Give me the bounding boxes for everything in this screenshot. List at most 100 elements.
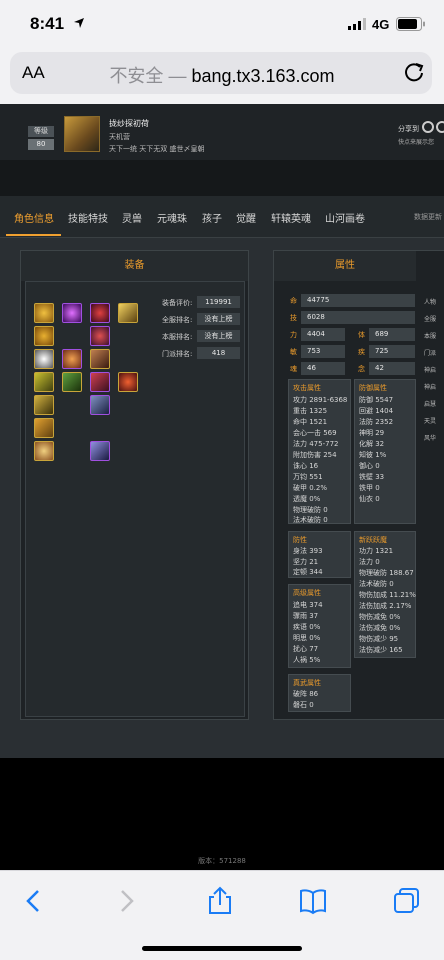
hp-value: 44775 xyxy=(301,294,415,307)
soul-value: 46 xyxy=(301,362,345,375)
newrun-line: 法伤加成 2.17% xyxy=(359,602,412,610)
equipment-title: 装备 xyxy=(21,251,248,281)
bookmarks-icon[interactable] xyxy=(297,885,329,917)
speed-title: 防性 xyxy=(293,536,307,544)
newrun-line: 法伤减免 0% xyxy=(359,624,401,632)
newrun-line: 物伤加成 11.21% xyxy=(359,591,416,599)
tab-children[interactable]: 孩子 xyxy=(202,210,222,225)
header-band xyxy=(0,160,444,196)
side-label: 全服 xyxy=(424,316,437,323)
tab-pets[interactable]: 灵兽 xyxy=(122,210,142,225)
defense-line: 铁壁 33 xyxy=(359,473,385,481)
equipment-panel: 装备 装备评价: 119991 全服排名: 没有上榜 本服排名: 没有上榜 门派… xyxy=(20,250,249,720)
equip-slot-mask[interactable] xyxy=(90,303,110,323)
con-value: 689 xyxy=(369,328,415,341)
attribute-title: 属性 xyxy=(274,251,416,281)
level-label: 等级 xyxy=(28,126,54,137)
defense-line: 回避 1404 xyxy=(359,407,394,415)
tabs-icon[interactable] xyxy=(391,885,423,917)
advanced-attributes: 高级属性 追电 374 骤雨 37 疾语 0% 明思 0% 扰心 77 人祸 5… xyxy=(288,584,351,668)
spd-value: 725 xyxy=(369,345,415,358)
agi-label: 敏 xyxy=(290,348,297,356)
mp-label: 技 xyxy=(290,314,297,322)
attack-line: 法力 475-772 xyxy=(293,440,339,448)
attack-attributes: 攻击属性 攻力 2891-6368 重击 1325 命中 1521 会心一击 5… xyxy=(288,379,351,524)
attack-line: 附加伤害 254 xyxy=(293,451,337,459)
battery-icon xyxy=(396,17,425,31)
school-rank-value: 418 xyxy=(197,347,240,359)
equip-slot-pendant[interactable] xyxy=(62,349,82,369)
active-tab-indicator xyxy=(6,234,61,236)
web-content: 等级 80 拢纱探初荷 天机营 天下一统 天下无双 盛世〆皇朝 分享到 快点来展… xyxy=(0,104,444,870)
equip-score-label: 装备评价: xyxy=(162,299,193,307)
share-icon[interactable] xyxy=(204,885,236,917)
side-label: 风华 xyxy=(424,435,437,442)
equip-slot-badge[interactable] xyxy=(118,372,138,392)
status-bar: 8:41 4G xyxy=(0,0,444,44)
character-header: 等级 80 拢纱探初荷 天机营 天下一统 天下无双 盛世〆皇朝 分享到 快点来展… xyxy=(0,104,444,160)
speed-line: 身法 393 xyxy=(293,547,323,555)
global-rank-value: 没有上榜 xyxy=(197,313,240,325)
side-label: 启慧 xyxy=(424,401,437,408)
newrun-line: 物伤减免 0% xyxy=(359,613,401,621)
share-weibo-icon[interactable] xyxy=(422,121,434,133)
tab-landscape-scroll[interactable]: 山河画卷 xyxy=(325,210,365,225)
address-bar: AA 不安全 — bang.tx3.163.com xyxy=(0,44,444,104)
martial-line: 磐石 0 xyxy=(293,701,314,709)
side-label: 门派 xyxy=(424,350,437,357)
tab-data-update[interactable]: 数据更新 xyxy=(414,212,442,222)
speed-line: 坚力 21 xyxy=(293,558,319,566)
side-label: 本服 xyxy=(424,333,437,340)
tab-skills[interactable]: 技能特技 xyxy=(68,210,108,225)
character-name: 拢纱探初荷 xyxy=(109,119,149,128)
forward-icon[interactable] xyxy=(110,885,142,917)
attack-line: 会心一击 569 xyxy=(293,429,337,437)
version-label: 版本：571288 xyxy=(198,857,246,865)
equip-slot-accessory[interactable] xyxy=(34,441,54,461)
newrun-line: 法力 0 xyxy=(359,558,380,566)
equip-slot-orb[interactable] xyxy=(62,303,82,323)
agi-value: 753 xyxy=(301,345,345,358)
martial-title: 真武属性 xyxy=(293,679,321,687)
equip-slot-bracer[interactable] xyxy=(90,372,110,392)
location-arrow-icon xyxy=(74,18,84,28)
hp-label: 命 xyxy=(290,297,297,305)
advanced-title: 高级属性 xyxy=(293,589,321,597)
tab-awakening[interactable]: 觉醒 xyxy=(236,210,256,225)
equip-slot-belt[interactable] xyxy=(34,372,54,392)
attack-line: 物理破防 0 xyxy=(293,506,328,514)
url-text[interactable]: 不安全 — bang.tx3.163.com xyxy=(0,62,444,88)
equip-slot-helmet[interactable] xyxy=(34,303,54,323)
share-hint: 快点来展示您 xyxy=(398,139,435,146)
side-label: 天灵 xyxy=(424,418,437,425)
tab-character-info[interactable]: 角色信息 xyxy=(14,210,54,225)
tab-xuanyuan-souls[interactable]: 轩辕英魂 xyxy=(271,210,311,225)
equip-slot-necklace[interactable] xyxy=(34,326,54,346)
equip-slot-ring[interactable] xyxy=(34,418,54,438)
equip-score-value: 119991 xyxy=(197,296,240,308)
side-column: 人物 全服 本服 门派 神启 神启 启慧 天灵 风华 xyxy=(424,294,436,447)
equip-slot-boots[interactable] xyxy=(34,395,54,415)
equip-slot-wings[interactable] xyxy=(90,441,110,461)
equip-slot-cloak[interactable] xyxy=(90,326,110,346)
equip-slot-fan[interactable] xyxy=(118,303,138,323)
attack-line: 破甲 0.2% xyxy=(293,484,328,492)
speed-attributes: 防性 身法 393 坚力 21 定顿 344 xyxy=(288,531,351,578)
reload-icon[interactable] xyxy=(403,61,425,83)
avatar xyxy=(64,116,100,152)
tab-bar: 角色信息 技能特技 灵兽 元魂珠 孩子 觉醒 轩辕英魂 山河画卷 数据更新 xyxy=(0,196,444,238)
defense-title: 防御属性 xyxy=(359,384,387,392)
equip-slot-gloves[interactable] xyxy=(90,349,110,369)
equip-slot-talisman[interactable] xyxy=(90,395,110,415)
advanced-line: 疾语 0% xyxy=(293,623,321,631)
network-type: 4G xyxy=(372,17,390,32)
equip-slot-weapon[interactable] xyxy=(62,372,82,392)
newrun-line: 功力 1321 xyxy=(359,547,394,555)
equip-slot-armor[interactable] xyxy=(34,349,54,369)
share-wechat-icon[interactable] xyxy=(436,121,444,133)
newrun-line: 法伤减少 165 xyxy=(359,646,403,654)
martial-attributes: 真武属性 破阵 86 磐石 0 xyxy=(288,674,351,712)
tab-soul-beads[interactable]: 元魂珠 xyxy=(157,210,187,225)
advanced-line: 追电 374 xyxy=(293,601,323,609)
back-icon[interactable] xyxy=(18,885,50,917)
